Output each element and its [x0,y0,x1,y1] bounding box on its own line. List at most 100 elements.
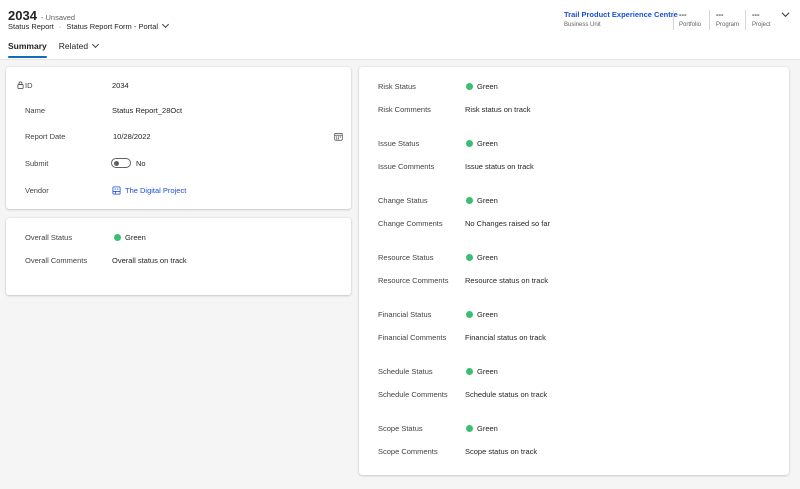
id-label-wrap: ID [17,81,33,90]
tab-related[interactable]: Related [59,40,100,56]
status-green-icon [466,82,473,90]
program-value[interactable]: --- [716,10,739,19]
form-name: Status Report Form - Portal [66,22,159,31]
calendar-icon[interactable] [334,132,343,141]
report-date-label: Report Date [25,131,66,141]
breadcrumb: Status Report · Status Report Form - Por… [8,20,170,31]
status-value: Green [477,366,498,376]
schedule-status-row: Schedule Status Green [359,365,789,377]
id-value: 2034 [112,80,129,90]
overall-comments-label: Overall Comments [25,255,88,265]
submit-value: No [136,158,146,168]
schedule-comments-row: Schedule Comments Schedule status on tra… [359,388,789,400]
business-unit-link[interactable]: Trail Product Experience Centre [564,10,678,19]
submit-label: Submit [25,158,49,168]
status-value: Green [477,81,498,91]
status-label: Change Status [378,195,428,205]
overall-status-row: Overall Status Green [6,231,351,243]
status-field[interactable]: Green [466,196,498,205]
status-green-icon [466,367,473,375]
change-comments-row: Change Comments No Changes raised so far [359,217,789,229]
project-field: --- Project [752,10,771,28]
tab-list: Summary Related [8,40,110,58]
project-label: Project [752,22,771,28]
comments-field[interactable]: No Changes raised so far [465,219,550,228]
scope-comments-row: Scope Comments Scope status on track [359,445,789,457]
tab-summary-label: Summary [8,41,47,51]
status-label: Schedule Status [378,366,433,376]
overall-status-field[interactable]: Green [114,233,146,242]
report-date-row: Report Date 10/28/2022 [6,130,351,142]
status-label: Risk Status [378,81,416,91]
issue-comments-row: Issue Comments Issue status on track [359,160,789,172]
project-value[interactable]: --- [752,10,771,19]
portfolio-field: --- Portfolio [679,10,701,28]
record-title: 2034 - Unsaved [8,8,75,23]
program-label: Program [716,22,740,28]
expand-header-icon[interactable] [781,10,790,19]
status-green-icon [466,310,473,318]
vendor-row: Vendor The Digital Project [6,184,351,196]
record-header: 2034 - Unsaved Status Report · Status Re… [0,0,800,60]
entity-name: Status Report [8,22,54,31]
vendor-lookup[interactable]: The Digital Project [112,186,186,195]
overall-comments-row: Overall Comments Overall status on track [6,254,351,266]
comments-field[interactable]: Scope status on track [465,447,537,456]
status-value: Green [477,195,498,205]
status-field[interactable]: Green [466,253,498,262]
report-date-field[interactable]: 10/28/2022 [113,132,151,141]
submit-row: Submit No [6,157,351,169]
status-section: Risk Status Green Risk Comments Risk sta… [359,67,789,475]
status-label: Issue Status [378,138,420,148]
financial-status-row: Financial Status Green [359,308,789,320]
record-id: 2034 [8,8,37,23]
vendor-label: Vendor [25,185,49,195]
comments-label: Issue Comments [378,161,435,171]
name-label: Name [25,105,46,115]
financial-comments-row: Financial Comments Financial status on t… [359,331,789,343]
chevron-down-icon [162,20,170,29]
submit-toggle-wrap: No [111,158,146,168]
name-field[interactable]: Status Report_28Oct [112,106,182,115]
status-field[interactable]: Green [466,310,498,319]
status-green-icon [466,196,473,204]
unsaved-indicator: - Unsaved [40,13,76,22]
comments-label: Scope Comments [378,446,438,456]
comments-field[interactable]: Issue status on track [465,162,534,171]
status-label: Scope Status [378,423,423,433]
status-green-icon [466,424,473,432]
comments-field[interactable]: Financial status on track [465,333,546,342]
id-row: ID 2034 [6,79,351,91]
submit-toggle[interactable] [111,158,131,168]
tab-summary[interactable]: Summary [8,41,47,58]
overall-comments-field[interactable]: Overall status on track [112,256,187,265]
status-label: Resource Status [378,252,434,262]
form-selector[interactable]: Status Report Form - Portal [66,20,170,31]
general-section: ID 2034 Name Status Report_28Oct Report … [6,67,351,209]
status-field[interactable]: Green [466,367,498,376]
risk-status-row: Risk Status Green [359,80,789,92]
building-icon [112,185,121,195]
status-field[interactable]: Green [466,139,498,148]
comments-field[interactable]: Schedule status on track [465,390,547,399]
header-divider [673,10,674,30]
id-label: ID [25,80,33,90]
resource-status-row: Resource Status Green [359,251,789,263]
comments-label: Change Comments [378,218,443,228]
portfolio-value[interactable]: --- [679,10,701,19]
comments-field[interactable]: Risk status on track [465,105,530,114]
name-row: Name Status Report_28Oct [6,104,351,116]
portfolio-label: Portfolio [679,22,702,28]
status-field[interactable]: Green [466,424,498,433]
comments-label: Schedule Comments [378,389,448,399]
vendor-link[interactable]: The Digital Project [125,186,186,195]
header-divider [709,10,710,30]
scope-status-row: Scope Status Green [359,422,789,434]
status-label: Financial Status [378,309,432,319]
change-status-row: Change Status Green [359,194,789,206]
status-field[interactable]: Green [466,82,498,91]
comments-field[interactable]: Resource status on track [465,276,548,285]
status-value: Green [477,309,498,319]
program-field: --- Program [716,10,739,28]
comments-label: Financial Comments [378,332,447,342]
